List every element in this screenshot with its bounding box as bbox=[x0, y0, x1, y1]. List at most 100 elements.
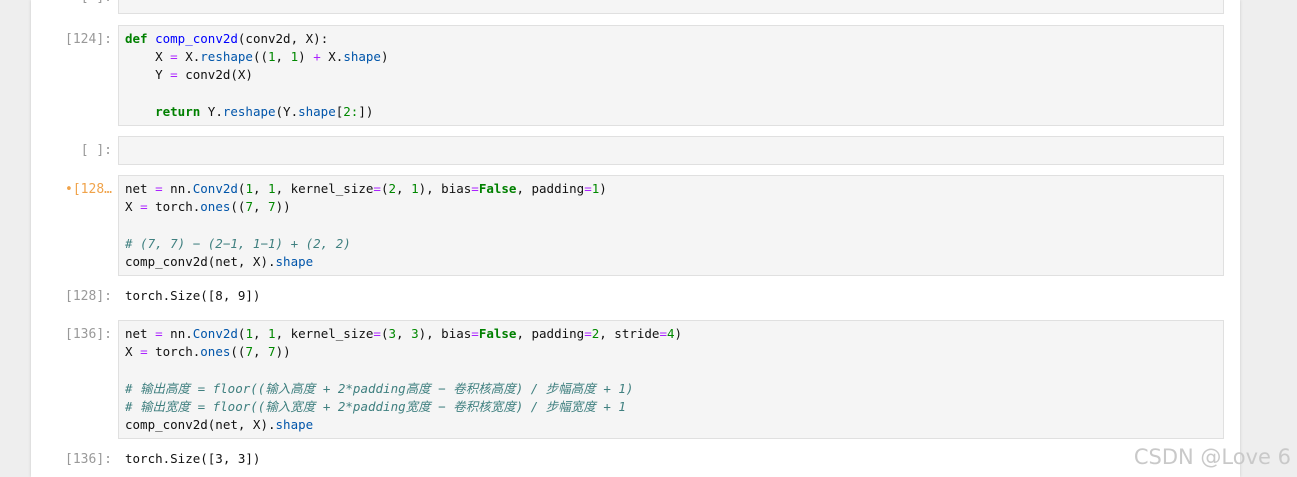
code-token: (( bbox=[252, 49, 269, 65]
code-token: , padding bbox=[516, 326, 585, 341]
code-token: reshape bbox=[200, 49, 253, 65]
code-comment: # 输出高度 = floor((输入高度 + 2*padding高度 − 卷积核… bbox=[125, 380, 634, 396]
code-editor[interactable]: def comp_conv2d(conv2d, X): X = X.reshap… bbox=[119, 26, 1223, 125]
code-token: Y. bbox=[200, 103, 223, 119]
code-token: = bbox=[471, 326, 479, 341]
cell-prompt: [124]: bbox=[65, 32, 112, 47]
notebook-panel: [ ]: [124]: def comp_conv2d(conv2d, X): … bbox=[31, 0, 1240, 477]
code-token: = bbox=[584, 326, 592, 341]
code-comment: # (7, 7) − (2−1, 1−1) + (2, 2) bbox=[125, 235, 351, 251]
modified-dot-icon: • bbox=[65, 182, 73, 197]
code-token: torch. bbox=[147, 344, 201, 360]
cell-output: torch.Size([8, 9]) bbox=[125, 288, 261, 303]
watermark: CSDN @Love 6 bbox=[1133, 445, 1291, 469]
code-token: = bbox=[373, 326, 381, 341]
code-token: return bbox=[155, 103, 201, 119]
code-token: , kernel_size bbox=[275, 181, 374, 196]
code-token: 1 bbox=[268, 181, 276, 196]
code-token: 7 bbox=[245, 344, 253, 360]
code-token: = bbox=[373, 181, 381, 196]
code-token: net bbox=[125, 181, 156, 196]
code-token: shape bbox=[343, 49, 381, 65]
code-token: = bbox=[584, 181, 592, 196]
code-token: shape bbox=[275, 253, 314, 269]
code-token: comp_conv2d bbox=[155, 31, 238, 46]
code-token: X bbox=[125, 49, 171, 65]
code-token: Conv2d bbox=[192, 181, 238, 196]
code-token: )) bbox=[275, 344, 291, 360]
code-token: 1 bbox=[290, 49, 299, 65]
code-token: ones bbox=[200, 199, 231, 215]
code-token: 1 bbox=[245, 181, 253, 196]
code-token: net bbox=[125, 326, 156, 341]
output-prompt: [128]: bbox=[65, 289, 112, 304]
code-token: 1 bbox=[268, 49, 276, 65]
code-token: 3 bbox=[411, 326, 419, 341]
code-cell-128[interactable]: net = nn.Conv2d(1, 1, kernel_size=(2, 1)… bbox=[118, 175, 1224, 276]
code-token: (conv2d, X): bbox=[237, 31, 329, 46]
code-token: = bbox=[471, 181, 479, 196]
cell-prompt: [ ]: bbox=[80, 143, 112, 158]
code-cell-136[interactable]: net = nn.Conv2d(1, 1, kernel_size=(3, 3)… bbox=[118, 320, 1224, 439]
code-comment: # 输出宽度 = floor((输入宽度 + 2*padding宽度 − 卷积核… bbox=[125, 398, 626, 414]
code-token: , bbox=[275, 49, 291, 65]
code-token: 7 bbox=[268, 344, 276, 360]
code-token: (( bbox=[230, 344, 246, 360]
code-token: = bbox=[140, 199, 148, 215]
code-token: = bbox=[170, 67, 178, 83]
code-token: conv2d(X) bbox=[177, 67, 253, 83]
code-token: (Y. bbox=[275, 103, 299, 119]
cell-prompt: [ ]: bbox=[31, 0, 112, 7]
code-token: , bbox=[252, 181, 269, 196]
code-token: + bbox=[313, 49, 321, 65]
code-editor[interactable]: net = nn.Conv2d(1, 1, kernel_size=(3, 3)… bbox=[119, 321, 1223, 438]
code-token: torch. bbox=[147, 199, 201, 215]
code-token: , bbox=[396, 326, 412, 341]
code-cell-124[interactable]: def comp_conv2d(conv2d, X): X = X.reshap… bbox=[118, 25, 1224, 126]
code-token: comp_conv2d(net, X). bbox=[125, 253, 276, 269]
code-token: X bbox=[125, 199, 141, 215]
code-token: shape bbox=[298, 103, 336, 119]
code-token: = bbox=[155, 181, 163, 196]
code-token: ones bbox=[200, 344, 231, 360]
code-cell-empty[interactable] bbox=[118, 136, 1224, 165]
cell-prompt-label: [128… bbox=[72, 182, 112, 197]
code-token: X. bbox=[177, 49, 201, 65]
output-prompt: [136]: bbox=[65, 452, 112, 467]
code-token: 7 bbox=[268, 199, 276, 215]
code-token: 1 bbox=[268, 326, 276, 341]
code-token: Conv2d bbox=[192, 326, 238, 341]
code-token: , padding bbox=[516, 181, 585, 196]
code-token: , bbox=[252, 199, 269, 215]
code-token: ), bias bbox=[418, 326, 472, 341]
code-token: )) bbox=[275, 199, 291, 215]
code-token: ) bbox=[380, 49, 389, 65]
code-token: , stride bbox=[599, 326, 660, 341]
cell-output: torch.Size([3, 3]) bbox=[125, 451, 261, 466]
code-token: ) bbox=[674, 326, 683, 341]
code-token: 2 bbox=[388, 181, 396, 196]
code-cell-empty[interactable] bbox=[118, 0, 1224, 14]
code-token: , bbox=[252, 344, 269, 360]
code-token: X bbox=[125, 344, 141, 360]
code-token: reshape bbox=[222, 103, 276, 119]
cell-prompt-modified: •[128… bbox=[31, 181, 112, 199]
code-token: shape bbox=[275, 417, 314, 433]
cell-prompt: [136]: bbox=[65, 327, 112, 342]
code-token: (( bbox=[230, 199, 246, 215]
code-token: ]) bbox=[358, 103, 374, 119]
code-token: nn. bbox=[162, 326, 193, 341]
code-token: nn. bbox=[162, 181, 193, 196]
code-token: False bbox=[478, 326, 517, 341]
code-token: 1 bbox=[411, 181, 419, 196]
code-editor[interactable]: net = nn.Conv2d(1, 1, kernel_size=(2, 1)… bbox=[119, 176, 1223, 275]
code-token: 2: bbox=[343, 103, 359, 119]
code-token: ), bias bbox=[418, 181, 472, 196]
code-token: ) bbox=[298, 49, 314, 65]
code-token: def bbox=[125, 31, 148, 46]
code-token: 1 bbox=[245, 326, 253, 341]
code-token: comp_conv2d(net, X). bbox=[125, 417, 276, 433]
code-token: 7 bbox=[245, 199, 253, 215]
code-token: , kernel_size bbox=[275, 326, 374, 341]
